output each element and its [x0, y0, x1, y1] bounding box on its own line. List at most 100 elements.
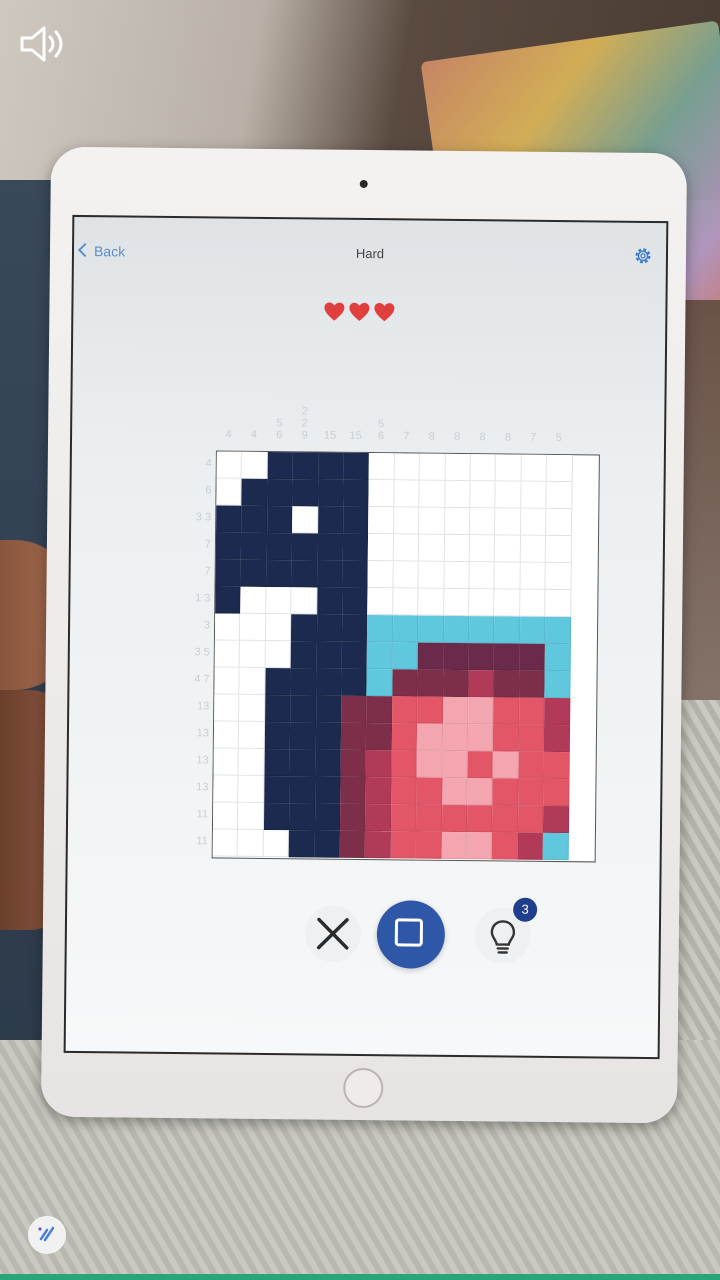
grid-cell[interactable]: [368, 507, 395, 535]
grid-cell[interactable]: [316, 587, 343, 615]
grid-cell[interactable]: [493, 724, 519, 752]
grid-cell[interactable]: [239, 721, 265, 749]
grid-cell[interactable]: [416, 723, 443, 751]
grid-cell[interactable]: [316, 614, 343, 642]
grid-cell[interactable]: [367, 561, 394, 589]
grid-cell[interactable]: [317, 533, 344, 561]
grid-cell[interactable]: [314, 830, 340, 858]
grid-cell[interactable]: [264, 694, 291, 723]
grid-cell[interactable]: [519, 589, 546, 617]
grid-cell[interactable]: [390, 804, 417, 832]
grid-cell[interactable]: [492, 751, 519, 779]
grid-cell[interactable]: [267, 451, 294, 480]
grid-cell[interactable]: [442, 750, 468, 779]
grid-cell[interactable]: [317, 506, 344, 534]
grid-cell[interactable]: [444, 561, 470, 590]
grid-cell[interactable]: [216, 451, 243, 479]
grid-cell[interactable]: [391, 777, 417, 805]
grid-cell[interactable]: [469, 589, 495, 617]
grid-cell[interactable]: [365, 750, 392, 778]
grid-cell[interactable]: [467, 724, 494, 752]
home-button[interactable]: [343, 1067, 384, 1109]
grid-cell[interactable]: [212, 829, 239, 857]
grid-cell[interactable]: [518, 724, 545, 752]
grid-cell[interactable]: [518, 778, 544, 806]
grid-cell[interactable]: [518, 697, 545, 725]
grid-cell[interactable]: [341, 641, 368, 670]
grid-cell[interactable]: [416, 750, 443, 778]
grid-cell[interactable]: [544, 670, 571, 699]
grid-cell[interactable]: [264, 721, 291, 750]
grid-cell[interactable]: [393, 588, 419, 616]
grid-cell[interactable]: [466, 832, 493, 860]
grid-cell[interactable]: [545, 616, 571, 645]
grid-cell[interactable]: [519, 643, 546, 671]
grid-cell[interactable]: [543, 805, 569, 834]
grid-cell[interactable]: [419, 453, 446, 481]
grid-cell[interactable]: [543, 724, 570, 753]
gear-icon[interactable]: [632, 245, 654, 267]
grid-cell[interactable]: [368, 480, 395, 508]
grid-cell[interactable]: [393, 507, 420, 535]
grid-cell[interactable]: [340, 749, 367, 778]
grid-cell[interactable]: [316, 641, 342, 669]
grid-cell[interactable]: [468, 670, 495, 698]
grid-cell[interactable]: [339, 830, 366, 859]
grid-cell[interactable]: [543, 778, 570, 807]
grid-cell[interactable]: [521, 454, 548, 482]
grid-cell[interactable]: [240, 613, 266, 641]
grid-cell[interactable]: [365, 804, 392, 832]
grid-cell[interactable]: [342, 533, 369, 562]
grid-cell[interactable]: [417, 669, 444, 697]
grid-cell[interactable]: [288, 830, 315, 858]
grid-cell[interactable]: [263, 802, 290, 831]
grid-cell[interactable]: [240, 559, 267, 587]
grid-cell[interactable]: [216, 505, 242, 533]
grid-cell[interactable]: [238, 748, 265, 776]
grid-cell[interactable]: [494, 562, 521, 590]
grid-cell[interactable]: [213, 748, 240, 776]
grid-cell[interactable]: [444, 480, 471, 509]
grid-cell[interactable]: [292, 506, 318, 534]
grid-cell[interactable]: [496, 454, 522, 482]
grid-cell[interactable]: [546, 481, 573, 510]
grid-cell[interactable]: [216, 478, 243, 506]
grid-cell[interactable]: [239, 667, 266, 695]
grid-cell[interactable]: [342, 587, 368, 616]
grid-cell[interactable]: [263, 829, 290, 858]
grid-cell[interactable]: [291, 614, 317, 642]
grid-cell[interactable]: [492, 778, 519, 806]
grid-cell[interactable]: [215, 532, 242, 560]
grid-cell[interactable]: [467, 751, 494, 779]
grid-cell[interactable]: [492, 805, 519, 833]
grid-cell[interactable]: [238, 802, 265, 830]
grid-cell[interactable]: [266, 559, 292, 588]
grid-cell[interactable]: [366, 669, 393, 697]
grid-cell[interactable]: [419, 480, 446, 508]
grid-cell[interactable]: [291, 587, 318, 615]
grid-cell[interactable]: [542, 832, 569, 861]
grid-cell[interactable]: [289, 749, 316, 777]
grid-cell[interactable]: [343, 506, 369, 535]
grid-cell[interactable]: [392, 642, 419, 670]
grid-cell[interactable]: [265, 667, 291, 696]
grid-cell[interactable]: [415, 831, 442, 859]
grid-cell[interactable]: [315, 722, 342, 750]
grid-cell[interactable]: [391, 696, 418, 724]
grid-cell[interactable]: [443, 615, 470, 644]
grid-cell[interactable]: [520, 508, 547, 536]
grid-cell[interactable]: [315, 668, 342, 696]
grid-cell[interactable]: [317, 479, 344, 507]
grid-cell[interactable]: [368, 534, 394, 562]
grid-cell[interactable]: [546, 454, 573, 483]
grid-cell[interactable]: [238, 829, 264, 857]
grid-cell[interactable]: [520, 562, 546, 590]
grid-cell[interactable]: [265, 613, 292, 642]
grid-cell[interactable]: [289, 776, 316, 804]
grid-cell[interactable]: [492, 832, 518, 860]
grid-cell[interactable]: [212, 802, 239, 830]
grid-cell[interactable]: [367, 642, 393, 670]
grid-cell[interactable]: [291, 533, 318, 561]
grid-cell[interactable]: [265, 640, 292, 669]
grid-cell[interactable]: [367, 588, 394, 616]
